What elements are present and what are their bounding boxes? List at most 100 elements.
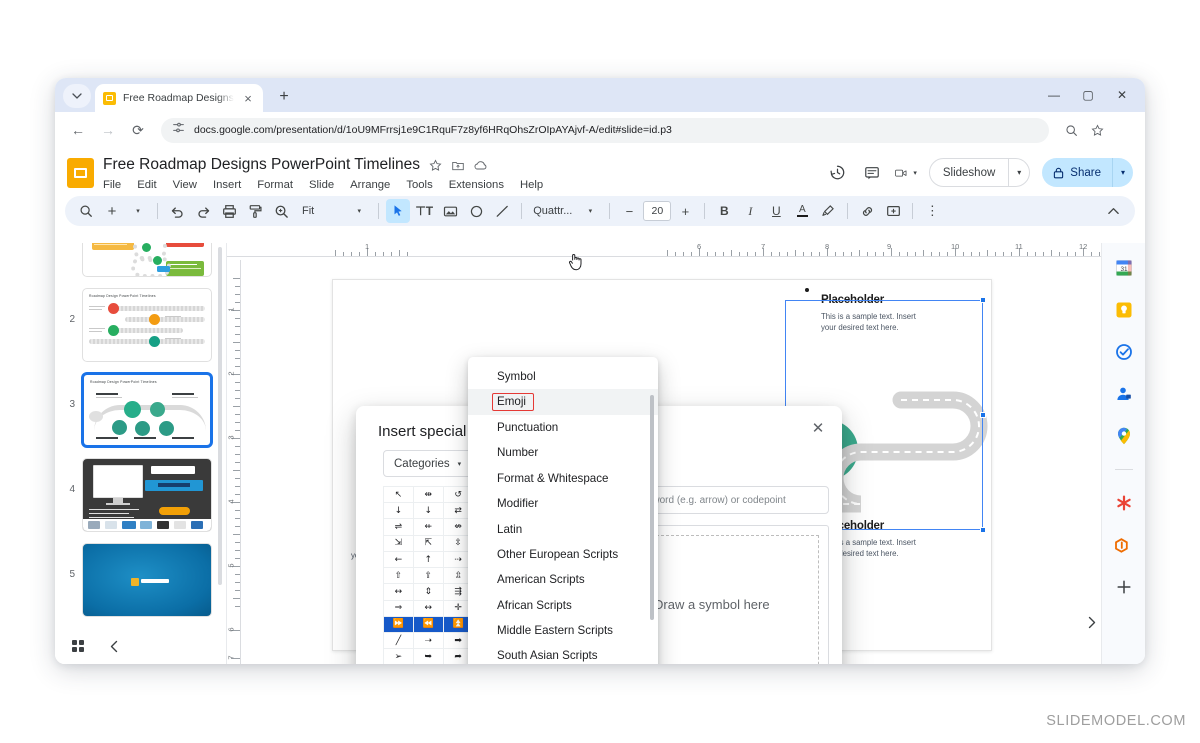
address-bar[interactable]: docs.google.com/presentation/d/1oU9MFrrs… (161, 117, 1049, 143)
zoom-level-value[interactable]: Fit (295, 199, 321, 223)
symbol-cell[interactable]: ⇲ (384, 535, 414, 552)
minimize-button[interactable]: — (1037, 82, 1071, 108)
menu-insert[interactable]: Insert (213, 179, 241, 191)
version-history-icon[interactable] (827, 162, 849, 184)
highlight-icon[interactable] (816, 199, 840, 223)
contacts-icon[interactable] (1113, 383, 1135, 405)
zoom-caret-icon[interactable]: ▾ (347, 199, 371, 223)
maximize-button[interactable]: ▢ (1071, 82, 1105, 108)
meet-caret-icon[interactable]: ▾ (913, 169, 917, 177)
font-size-decrease-button[interactable]: − (617, 199, 641, 223)
menu-edit[interactable]: Edit (137, 179, 156, 191)
symbol-cell[interactable]: ↔ (413, 600, 444, 617)
slide-thumbnail[interactable] (82, 243, 212, 277)
font-size-input[interactable]: 20 (643, 201, 672, 221)
slide-thumbnail[interactable]: Roadmap Design PowerPoint Timelines (82, 288, 212, 362)
calendar-icon[interactable]: 31 (1113, 257, 1135, 279)
menu-extensions[interactable]: Extensions (449, 179, 504, 191)
symbol-cell[interactable]: ╱ (384, 633, 414, 650)
slideshow-button[interactable]: Slideshow ▾ (928, 158, 1031, 187)
meet-icon[interactable]: ▾ (895, 162, 917, 184)
menu-item-middle-eastern-scripts[interactable]: Middle Eastern Scripts (468, 618, 658, 643)
draw-symbol-panel[interactable]: Draw a symbol here (641, 525, 829, 664)
close-icon[interactable]: × (241, 91, 255, 105)
font-caret-icon[interactable]: ▾ (578, 199, 602, 223)
category-dropdown[interactable]: Categories ▾ (383, 450, 473, 477)
image-icon[interactable] (438, 199, 462, 223)
back-icon[interactable]: ← (65, 117, 91, 143)
undo-icon[interactable] (165, 199, 189, 223)
symbol-cell[interactable]: ↔ (384, 584, 414, 601)
menu-format[interactable]: Format (257, 179, 293, 191)
forward-icon[interactable]: → (95, 117, 121, 143)
symbol-cell[interactable]: ⇌ (384, 519, 414, 536)
font-family-value[interactable]: Quattr... (529, 205, 576, 217)
close-icon[interactable]: ✕ (806, 416, 830, 440)
resize-handle[interactable] (980, 297, 986, 303)
symbol-cell[interactable]: ↑ (413, 551, 444, 569)
symbol-cell[interactable]: ← (384, 551, 414, 569)
underline-button[interactable]: U (764, 199, 788, 223)
symbol-cell[interactable]: ⇹ (413, 487, 444, 504)
maps-icon[interactable] (1113, 425, 1135, 447)
chevron-down-icon[interactable]: ▾ (1009, 168, 1029, 177)
new-slide-button[interactable]: + (100, 199, 124, 223)
symbol-cell[interactable]: ↓ (413, 503, 444, 520)
more-options-icon[interactable]: ⋮ (920, 199, 944, 223)
print-icon[interactable] (217, 199, 241, 223)
star-icon[interactable] (429, 158, 442, 172)
zoom-icon[interactable] (1059, 118, 1083, 142)
grid-view-icon[interactable] (71, 639, 85, 653)
keep-icon[interactable] (1113, 299, 1135, 321)
redo-icon[interactable] (191, 199, 215, 223)
add-comment-icon[interactable] (881, 199, 905, 223)
chevron-down-icon[interactable]: ▾ (458, 460, 462, 468)
list-item[interactable]: 2 Roadmap Design PowerPoint Timelines (63, 288, 226, 362)
menu-help[interactable]: Help (520, 179, 543, 191)
tasks-icon[interactable] (1113, 341, 1135, 363)
list-item[interactable]: 4 (63, 458, 226, 532)
symbol-cell[interactable]: ⇷ (413, 519, 444, 536)
menu-item-punctuation[interactable]: Punctuation (468, 415, 658, 440)
search-icon[interactable] (74, 199, 98, 223)
chevron-down-icon[interactable]: ▾ (1113, 168, 1133, 177)
bookmark-star-icon[interactable] (1085, 118, 1109, 142)
symbol-cell[interactable]: ⏩ (384, 616, 414, 634)
menu-item-other-european-scripts[interactable]: Other European Scripts (468, 542, 658, 567)
select-tool-icon[interactable] (386, 199, 411, 223)
list-item[interactable] (63, 243, 226, 277)
new-tab-button[interactable]: + (271, 84, 297, 110)
site-settings-icon[interactable] (172, 121, 185, 139)
menu-view[interactable]: View (173, 179, 197, 191)
text-box-icon[interactable]: ⊤T (412, 199, 436, 223)
menu-item-number[interactable]: Number (468, 440, 658, 465)
asterisk-icon[interactable] (1113, 492, 1135, 514)
list-item[interactable]: 5 (63, 543, 226, 617)
resize-handle[interactable] (980, 412, 986, 418)
symbol-cell[interactable]: ⏪ (413, 616, 444, 634)
list-item[interactable]: 3 Roadmap Design PowerPoint Timelines (63, 373, 226, 447)
menu-item-emoji[interactable]: Emoji (468, 389, 658, 415)
shape-icon[interactable] (464, 199, 488, 223)
symbol-cell[interactable]: ↖ (384, 487, 414, 504)
menu-item-modifier[interactable]: Modifier (468, 491, 658, 516)
symbol-search-input[interactable]: Search by keyword (e.g. arrow) or codepo… (641, 486, 829, 514)
share-button[interactable]: Share ▾ (1042, 158, 1133, 187)
menu-item-american-scripts[interactable]: American Scripts (468, 567, 658, 592)
symbol-cell[interactable]: ↓ (384, 503, 414, 520)
line-icon[interactable] (490, 199, 514, 223)
new-slide-caret-icon[interactable]: ▾ (126, 199, 150, 223)
font-size-increase-button[interactable]: + (673, 199, 697, 223)
window-close-button[interactable]: ✕ (1105, 82, 1139, 108)
symbol-cell[interactable]: ⇕ (413, 584, 444, 601)
filmstrip-scrollbar[interactable] (218, 247, 222, 585)
reload-icon[interactable]: ⟳ (125, 117, 151, 143)
symbol-cell[interactable]: ⇒ (384, 600, 414, 617)
menu-scrollbar[interactable] (650, 395, 654, 620)
canvas-next-icon[interactable] (1086, 616, 1097, 634)
filmstrip-scroll[interactable]: 2 Roadmap Design PowerPoint Timelines 3 … (55, 243, 226, 628)
menu-item-latin[interactable]: Latin (468, 516, 658, 541)
menu-slide[interactable]: Slide (309, 179, 334, 191)
collapse-toolbar-icon[interactable] (1101, 199, 1125, 223)
italic-button[interactable]: I (738, 199, 762, 223)
